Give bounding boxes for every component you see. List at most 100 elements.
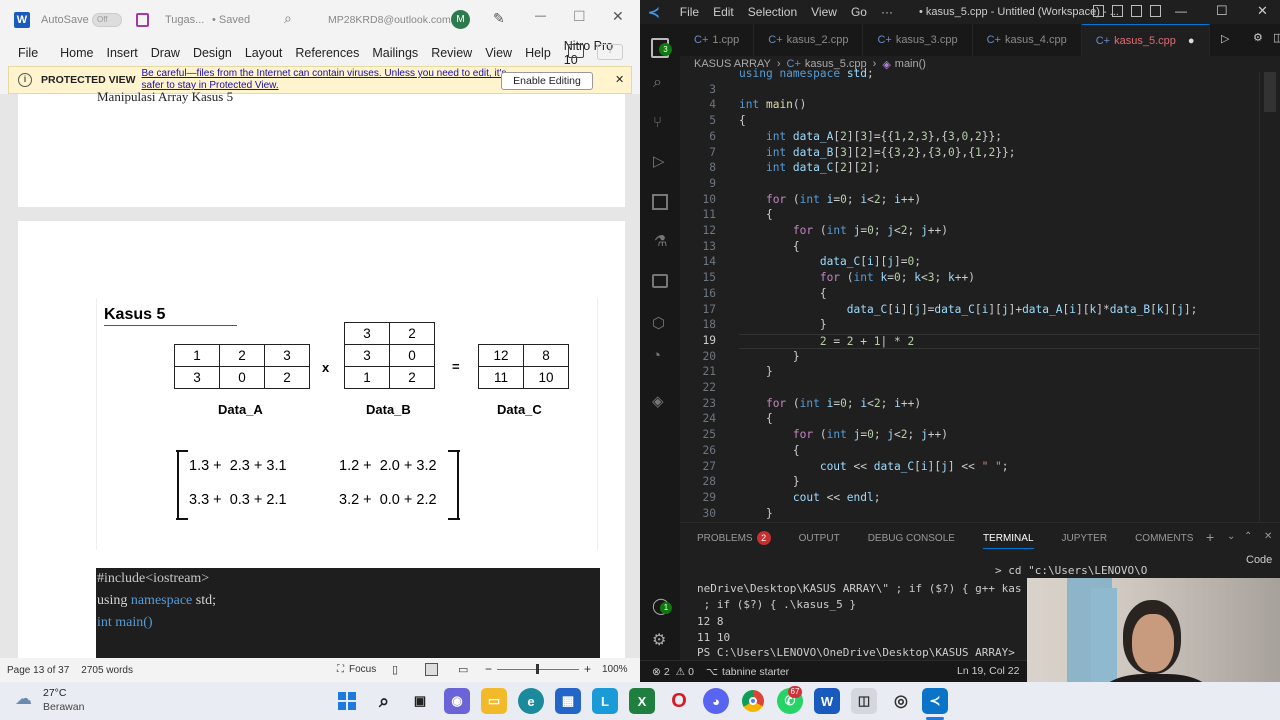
zoom-out-icon[interactable]: − bbox=[485, 662, 492, 676]
extensions-icon[interactable] bbox=[652, 194, 668, 210]
weather-cloud-icon[interactable]: ☁ bbox=[15, 689, 32, 709]
tab-kasus-4[interactable]: C+ kasus_4.cpp bbox=[973, 24, 1082, 56]
layout-sidebar-icon[interactable] bbox=[1093, 5, 1104, 17]
terminal-prompt[interactable]: PS C:\Users\LENOVO\OneDrive\Desktop\KASU… bbox=[697, 646, 1022, 659]
excel-icon[interactable]: X bbox=[629, 688, 655, 714]
layout-panel-icon[interactable] bbox=[1112, 5, 1123, 17]
ribbon-tab-layout[interactable]: Layout bbox=[245, 46, 283, 60]
split-editor-icon[interactable]: ◫ bbox=[1273, 31, 1280, 44]
layout-customize-icon[interactable] bbox=[1150, 5, 1161, 17]
menu-go[interactable]: Go bbox=[851, 5, 867, 19]
code-line[interactable]: { bbox=[739, 412, 773, 425]
panel-tab-comments[interactable]: COMMENTS bbox=[1135, 533, 1193, 544]
search-icon[interactable]: ⌕ bbox=[284, 10, 292, 27]
code-line[interactable]: int data_A[2][3]={{1,2,3},{3,0,2}}; bbox=[739, 130, 1002, 143]
tab-kasus-3[interactable]: C+ kasus_3.cpp bbox=[863, 24, 973, 56]
tabnine-status[interactable]: tabnine starter bbox=[722, 666, 789, 678]
opera-icon[interactable]: O bbox=[666, 688, 692, 714]
code-line[interactable]: } bbox=[739, 507, 773, 520]
save-icon[interactable] bbox=[136, 13, 149, 27]
code-line[interactable]: int data_C[2][2]; bbox=[739, 161, 881, 174]
chrome-icon[interactable] bbox=[740, 688, 766, 714]
menu-edit[interactable]: Edit bbox=[713, 5, 734, 19]
code-line[interactable]: for (int i=0; i<2; i++) bbox=[739, 193, 921, 206]
settings-icon[interactable]: ⚙ bbox=[1253, 31, 1263, 44]
close-icon[interactable]: ✕ bbox=[1257, 3, 1268, 19]
code-line[interactable]: for (int j=0; j<2; j++) bbox=[739, 428, 948, 441]
autosave-toggle[interactable]: Off bbox=[92, 13, 122, 27]
avatar[interactable]: M bbox=[451, 10, 470, 29]
chat-icon[interactable]: ◉ bbox=[444, 688, 470, 714]
code-line[interactable]: { bbox=[739, 114, 746, 127]
code-line[interactable]: data_C[i][j]=data_C[i][j]+data_A[i][k]*d… bbox=[739, 303, 1198, 316]
web-layout-icon[interactable]: ▭ bbox=[458, 663, 468, 676]
tab-kasus-2[interactable]: C+ kasus_2.cpp bbox=[754, 24, 864, 56]
warning-icon[interactable]: ⚠ bbox=[676, 666, 685, 678]
minimap-slider[interactable] bbox=[1264, 72, 1276, 112]
task-view-icon[interactable]: ▣ bbox=[407, 688, 433, 714]
code-editor[interactable]: using namespace std; 3 4 int main() 5 {6 int … bbox=[680, 67, 1280, 522]
page-count[interactable]: Page 13 of 37 bbox=[7, 665, 69, 676]
code-line[interactable]: { bbox=[739, 208, 773, 221]
minimize-icon[interactable]: — bbox=[535, 10, 546, 22]
weather-desc[interactable]: Berawan bbox=[43, 701, 84, 713]
menu-view[interactable]: View bbox=[811, 5, 837, 19]
zoom-thumb[interactable] bbox=[536, 664, 539, 674]
obs-icon[interactable]: ◎ bbox=[888, 688, 914, 714]
chevron-down-icon[interactable]: ⌄ bbox=[1227, 531, 1235, 542]
code-line[interactable]: cout << endl; bbox=[739, 491, 881, 504]
ribbon-tab-insert[interactable]: Insert bbox=[107, 46, 138, 60]
store-icon[interactable]: ▦ bbox=[555, 688, 581, 714]
tab-kasus-5[interactable]: C+ kasus_5.cpp ● bbox=[1081, 24, 1210, 56]
code-line[interactable]: int main() bbox=[739, 98, 806, 111]
file-explorer-icon[interactable]: ▭ bbox=[481, 688, 507, 714]
maximize-icon[interactable]: ☐ bbox=[1216, 3, 1228, 19]
ribbon-tab-design[interactable]: Design bbox=[193, 46, 232, 60]
ribbon-tab-file[interactable]: File bbox=[18, 46, 38, 60]
tab-1cpp[interactable]: C+ 1.cpp bbox=[680, 24, 755, 56]
run-debug-icon[interactable]: ▷ bbox=[653, 152, 665, 170]
edge-icon[interactable]: e bbox=[518, 688, 544, 714]
close-panel-icon[interactable]: ✕ bbox=[1264, 531, 1272, 542]
read-mode-icon[interactable]: ▯ bbox=[392, 663, 398, 676]
code-line[interactable]: } bbox=[739, 350, 800, 363]
cursor-position[interactable]: Ln 19, Col 22 bbox=[957, 665, 1019, 677]
zoom-in-icon[interactable]: + bbox=[584, 662, 591, 676]
code-line[interactable]: for (int k=0; k<3; k++) bbox=[739, 271, 975, 284]
code-line[interactable]: int data_B[3][2]={{3,2},{3,0},{1,2}}; bbox=[739, 146, 1015, 159]
camera-app-icon[interactable]: ◫ bbox=[851, 688, 877, 714]
code-line[interactable]: } bbox=[739, 475, 800, 488]
app-l-icon[interactable]: L bbox=[592, 688, 618, 714]
document-title[interactable]: Tugas... bbox=[165, 14, 204, 26]
code-line[interactable]: for (int i=0; i<2; i++) bbox=[739, 397, 921, 410]
maximize-panel-icon[interactable]: ⌃ bbox=[1244, 531, 1252, 542]
focus-icon[interactable]: ⛶ bbox=[337, 664, 344, 675]
settings-gear-icon[interactable]: ⚙ bbox=[652, 630, 666, 650]
layout-secondary-icon[interactable] bbox=[1131, 5, 1142, 17]
close-banner-icon[interactable]: ✕ bbox=[615, 73, 624, 86]
share-icon[interactable]: ⇪ bbox=[597, 44, 623, 60]
code-line[interactable]: { bbox=[739, 240, 800, 253]
ribbon-tab-references[interactable]: References bbox=[295, 46, 359, 60]
source-control-icon[interactable]: ⑂ bbox=[653, 114, 662, 131]
weather-temp[interactable]: 27°C bbox=[43, 687, 66, 699]
code-line[interactable]: 2 = 2 + 1| * 2 bbox=[739, 333, 1259, 349]
account-email[interactable]: MP28KRD8@outlook.com bbox=[328, 14, 451, 26]
minimap[interactable] bbox=[1259, 72, 1280, 522]
discord-icon[interactable]: ◕ bbox=[703, 688, 729, 714]
menu-more[interactable]: ··· bbox=[881, 5, 893, 19]
enable-editing-button[interactable]: Enable Editing bbox=[501, 72, 593, 90]
breadcrumb-symbol[interactable]: main() bbox=[895, 58, 926, 70]
zoom-level[interactable]: 100% bbox=[602, 664, 628, 675]
panel-tab-debug-console[interactable]: DEBUG CONSOLE bbox=[868, 533, 955, 544]
search-icon[interactable]: ⌕ bbox=[653, 74, 662, 92]
word-count[interactable]: 2705 words bbox=[81, 665, 133, 676]
protected-view-message-line1[interactable]: Be careful—files from the Internet can c… bbox=[142, 68, 507, 80]
code-line[interactable]: using namespace std; bbox=[739, 67, 874, 80]
vscode-taskbar-icon[interactable]: ≺ bbox=[922, 688, 948, 714]
new-terminal-icon[interactable]: + bbox=[1206, 529, 1214, 545]
saved-status[interactable]: • Saved bbox=[212, 14, 250, 26]
start-icon[interactable] bbox=[334, 688, 360, 714]
panel-tab-output[interactable]: OUTPUT bbox=[799, 533, 840, 544]
menu-selection[interactable]: Selection bbox=[748, 5, 797, 19]
